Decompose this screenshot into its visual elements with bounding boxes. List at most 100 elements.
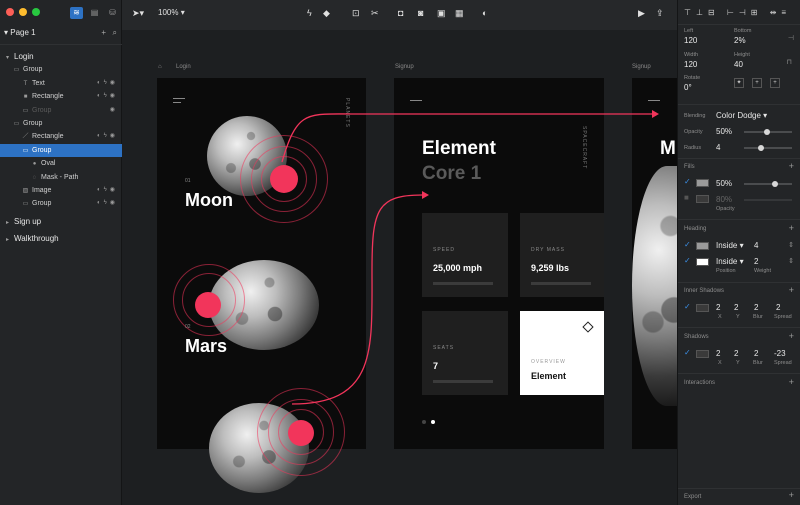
- blending-select[interactable]: Color Dodge ▾: [716, 111, 767, 120]
- lightning-icon[interactable]: ϟ: [307, 8, 312, 18]
- rotate-dial-icon[interactable]: ✦: [734, 78, 744, 88]
- inner-shadow-spread[interactable]: 2: [776, 303, 780, 312]
- add-interaction-icon[interactable]: +: [789, 377, 794, 387]
- border-checkbox[interactable]: ✓: [684, 240, 691, 249]
- bottom-input[interactable]: 2%: [734, 36, 746, 45]
- fill-opacity-slider[interactable]: [744, 183, 792, 185]
- layer-row[interactable]: ▭ Group: [0, 143, 122, 158]
- maximize-window-button[interactable]: [32, 8, 40, 16]
- radius-slider[interactable]: [744, 147, 792, 149]
- fill-swatch[interactable]: [696, 179, 709, 187]
- border-position-select[interactable]: Inside ▾: [716, 241, 744, 250]
- assets-tab-icon[interactable]: ▤: [88, 7, 101, 19]
- layer-actions[interactable]: ◐ϟ◉: [97, 184, 118, 197]
- intersect-icon[interactable]: ▣: [437, 8, 446, 19]
- page-selector[interactable]: ▾ Page 1 + ⌕: [0, 26, 122, 40]
- layer-actions[interactable]: ◐ϟ◉: [97, 130, 118, 143]
- add-border-icon[interactable]: +: [789, 223, 794, 233]
- stepper-icon[interactable]: ⇕: [788, 241, 794, 249]
- pointer-tool-icon[interactable]: ➤▾: [132, 8, 144, 19]
- design-canvas[interactable]: ⌂ Login Signup Signup PLANETS 01 Moon 02…: [122, 30, 677, 505]
- layer-row[interactable]: ▭ Group: [0, 117, 122, 130]
- add-inner-shadow-icon[interactable]: +: [789, 285, 794, 295]
- opacity-input[interactable]: 50%: [716, 127, 732, 136]
- constraint-toggle-icon[interactable]: ⊣: [788, 34, 794, 42]
- layer-row[interactable]: ● Oval: [0, 157, 122, 170]
- prototype-link-line[interactable]: [291, 194, 423, 405]
- zoom-level[interactable]: 100% ▾: [158, 8, 185, 17]
- border-weight-input[interactable]: 4: [754, 241, 758, 250]
- scissors-icon[interactable]: ✂: [371, 8, 379, 19]
- layer-row[interactable]: ▨ Image ◐ϟ◉: [0, 184, 122, 197]
- shadow-checkbox[interactable]: ✓: [684, 348, 691, 357]
- fill-opacity-slider[interactable]: [744, 199, 792, 201]
- add-fill-icon[interactable]: +: [789, 161, 794, 171]
- height-input[interactable]: 40: [734, 60, 743, 69]
- prototype-link-line[interactable]: [281, 113, 652, 163]
- layer-row[interactable]: ▭ Group: [0, 63, 122, 76]
- lock-icon[interactable]: ⊓: [787, 58, 792, 66]
- fill-checkbox[interactable]: ■: [684, 193, 689, 202]
- border-swatch[interactable]: [696, 258, 709, 266]
- fill-opacity-knob[interactable]: [772, 181, 778, 187]
- inner-shadow-blur[interactable]: 2: [754, 303, 758, 312]
- width-input[interactable]: 120: [684, 60, 697, 69]
- border-swatch[interactable]: [696, 242, 709, 250]
- add-shadow-icon[interactable]: +: [789, 331, 794, 341]
- share-icon[interactable]: ⇪: [656, 8, 664, 19]
- stepper-icon[interactable]: ⇕: [788, 257, 794, 265]
- inner-shadow-checkbox[interactable]: ✓: [684, 302, 691, 311]
- layer-row[interactable]: ／ Rectangle ◐ϟ◉: [0, 130, 122, 143]
- folder-icon: ▭: [13, 67, 20, 74]
- layer-row[interactable]: ▸ Sign up: [0, 215, 122, 228]
- layer-actions[interactable]: ◐ϟ◉: [97, 90, 118, 103]
- layer-row[interactable]: ◌ Mask - Path: [0, 171, 122, 184]
- minimize-window-button[interactable]: [19, 8, 27, 16]
- layer-row[interactable]: ▭ Group ◉: [0, 104, 122, 117]
- add-export-icon[interactable]: +: [789, 490, 794, 500]
- layer-row[interactable]: ▸ Walkthrough: [0, 232, 122, 245]
- inner-shadow-y[interactable]: 2: [734, 303, 738, 312]
- layer-actions[interactable]: ◐ϟ◉: [97, 77, 118, 90]
- shadow-y[interactable]: 2: [734, 349, 738, 358]
- close-window-button[interactable]: [6, 8, 14, 16]
- layer-row[interactable]: ▭ Group ◐ϟ◉: [0, 197, 122, 210]
- shadow-blur[interactable]: 2: [754, 349, 758, 358]
- align-toolbar[interactable]: ⊤⊥⊟ ⊢⊣⊞ ⇹≡: [684, 8, 791, 17]
- add-page-icon[interactable]: +: [101, 26, 106, 40]
- border-weight-input[interactable]: 2: [754, 257, 758, 266]
- play-icon[interactable]: ▶: [638, 8, 645, 19]
- radius-slider-knob[interactable]: [758, 145, 764, 151]
- fill-checkbox[interactable]: ✓: [684, 177, 691, 186]
- fill-swatch[interactable]: [696, 195, 709, 203]
- fill-opacity-input[interactable]: 80%: [716, 195, 732, 204]
- opacity-slider-knob[interactable]: [764, 129, 770, 135]
- rotate-input[interactable]: 0°: [684, 83, 692, 92]
- inner-shadow-swatch[interactable]: [696, 304, 709, 312]
- shadow-x[interactable]: 2: [716, 349, 720, 358]
- crop-icon[interactable]: ⊡: [352, 8, 360, 19]
- layers-tab-icon[interactable]: ≋: [70, 7, 83, 19]
- layer-row[interactable]: ▾ Login: [0, 50, 122, 63]
- layer-actions[interactable]: ◐ϟ◉: [97, 197, 118, 210]
- eye-icon[interactable]: ◉: [110, 104, 118, 117]
- flip-horizontal-icon[interactable]: +: [752, 78, 762, 88]
- search-icon[interactable]: ⌕: [113, 26, 117, 40]
- inner-shadow-x[interactable]: 2: [716, 303, 720, 312]
- components-tab-icon[interactable]: ⛁: [106, 7, 119, 19]
- left-input[interactable]: 120: [684, 36, 697, 45]
- union-icon[interactable]: ◘: [398, 8, 403, 18]
- fill-opacity-input[interactable]: 50%: [716, 179, 732, 188]
- shadow-swatch[interactable]: [696, 350, 709, 358]
- radius-input[interactable]: 4: [716, 143, 720, 152]
- layer-row[interactable]: T Text ◐ϟ◉: [0, 77, 122, 90]
- shadow-spread[interactable]: -23: [774, 349, 786, 358]
- border-checkbox[interactable]: ✓: [684, 256, 691, 265]
- border-position-select[interactable]: Inside ▾: [716, 257, 744, 266]
- flip-vertical-icon[interactable]: +: [770, 78, 780, 88]
- difference-icon[interactable]: ▦: [455, 8, 464, 19]
- cube-icon[interactable]: ◆: [323, 8, 330, 19]
- mask-icon[interactable]: ◐: [482, 8, 487, 18]
- subtract-icon[interactable]: ◙: [418, 8, 423, 18]
- layer-row[interactable]: ■ Rectangle ◐ϟ◉: [0, 90, 122, 103]
